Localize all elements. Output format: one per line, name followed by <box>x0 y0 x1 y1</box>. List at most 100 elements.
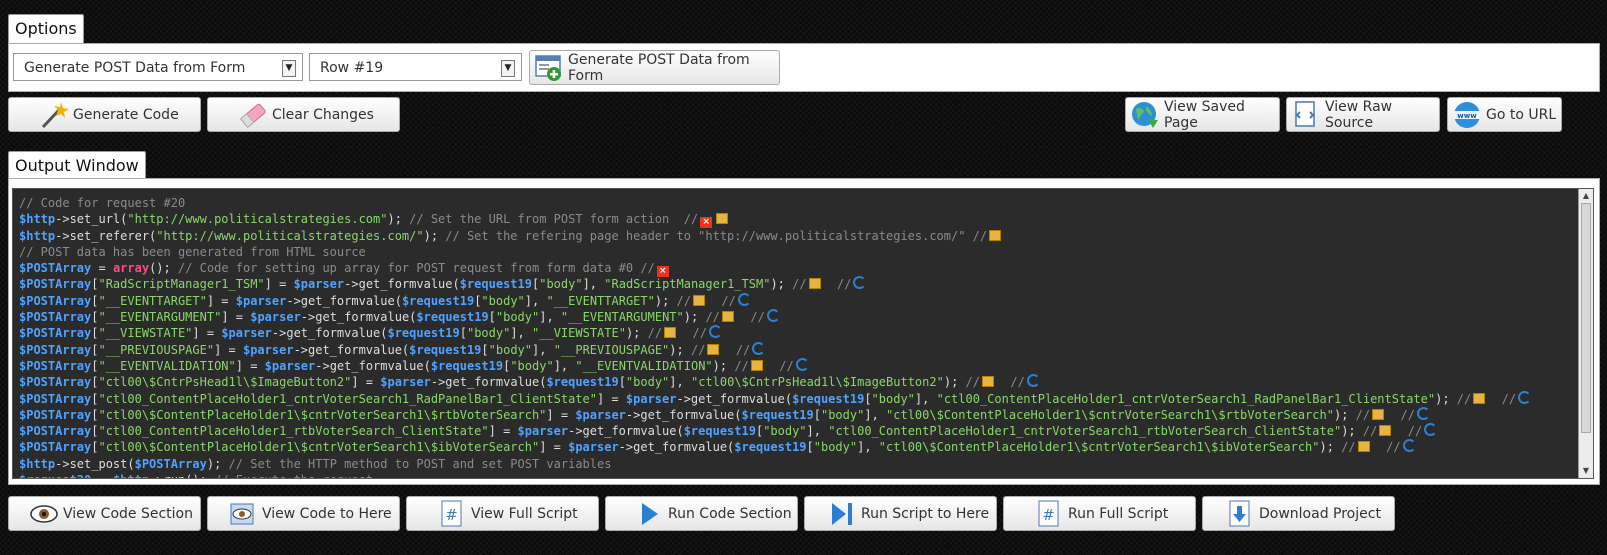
code-line: $POSTArray["__EVENTVALIDATION"] = $parse… <box>19 357 1533 374</box>
code-token: ] = <box>235 358 265 373</box>
code-token: ] = <box>351 375 381 390</box>
code-token: ] = <box>214 342 243 357</box>
run-code-section-button[interactable]: Run Code Section <box>605 496 798 531</box>
note-icon[interactable] <box>1357 441 1370 453</box>
scroll-thumb[interactable] <box>1581 203 1591 433</box>
refresh-icon[interactable] <box>752 341 766 355</box>
comment-separator: // <box>678 326 707 341</box>
code-token: "body" <box>488 342 532 357</box>
code-token: ], <box>864 407 887 422</box>
clear-changes-button[interactable]: Clear Changes <box>207 97 400 132</box>
note-icon[interactable] <box>750 359 763 371</box>
code-token: ); <box>206 456 229 471</box>
code-token: $POSTArray <box>19 293 92 308</box>
delete-icon[interactable]: × <box>700 217 713 229</box>
code-token: "ctl00_ContentPlaceHolder1_cntrVoterSear… <box>936 391 1436 406</box>
action-select[interactable]: Generate POST Data from Form ▼ <box>13 53 303 81</box>
note-icon[interactable] <box>721 311 734 323</box>
note-icon[interactable] <box>989 229 1002 241</box>
refresh-icon[interactable] <box>853 276 867 290</box>
view-full-script-button[interactable]: # View Full Script <box>406 496 599 531</box>
run-script-to-here-button[interactable]: Run Script to Here <box>804 496 997 531</box>
note-icon[interactable] <box>1372 408 1385 420</box>
code-token: ->get_formvalue( <box>271 326 388 341</box>
run-full-script-label: Run Full Script <box>1068 505 1169 522</box>
comment-separator: // <box>735 310 765 325</box>
view-saved-page-button[interactable]: View Saved Page <box>1125 97 1280 132</box>
code-token: $parser <box>568 440 619 455</box>
code-token: ->set_url( <box>55 212 128 227</box>
code-token: $parser <box>242 342 294 357</box>
eraser-icon <box>238 100 268 130</box>
note-icon[interactable] <box>707 343 720 355</box>
code-editor[interactable]: // Code for request #20 $http->set_url("h… <box>12 188 1594 479</box>
code-token: ); <box>683 310 706 325</box>
note-icon[interactable] <box>1379 425 1392 437</box>
row-select[interactable]: Row #19 ▼ <box>309 53 522 81</box>
note-icon[interactable] <box>692 294 705 306</box>
code-token: "ctl00\$CntrPsHead1l\$ImageButton2" <box>98 375 352 390</box>
scroll-up-icon[interactable]: ▲ <box>1581 191 1591 201</box>
code-token: "ctl00\$ContentPlaceHolder1\$cntrVoterSe… <box>98 440 540 455</box>
note-icon[interactable] <box>664 327 677 339</box>
code-token: ->get_formvalue( <box>568 424 684 439</box>
vertical-scrollbar[interactable]: ▲ ▼ <box>1578 189 1593 478</box>
refresh-icon[interactable] <box>1026 374 1040 388</box>
code-token: $POSTArray <box>134 456 207 471</box>
code-token: "body" <box>495 310 540 325</box>
view-code-to-here-button[interactable]: View Code to Here <box>207 496 400 531</box>
code-token: $POSTArray <box>19 277 92 292</box>
code-line: $POSTArray ["ctl00\$ContentPlaceHolder1\$… <box>19 439 1533 455</box>
code-token: ->get_formvalue( <box>300 310 417 325</box>
refresh-icon[interactable] <box>1518 390 1532 404</box>
code-token: // <box>647 326 663 341</box>
code-token: ], <box>553 358 576 373</box>
svg-text:#: # <box>1042 506 1055 524</box>
download-project-button[interactable]: Download Project <box>1202 496 1395 531</box>
code-token: // POST data has been generated from HTM… <box>19 244 366 259</box>
note-icon[interactable] <box>808 278 821 290</box>
view-raw-source-button[interactable]: View Raw Source <box>1286 97 1440 132</box>
code-token: "__EVENTARGUMENT" <box>98 310 222 325</box>
refresh-icon[interactable] <box>737 292 751 306</box>
code-token: "ctl00\$ContentPlaceHolder1\$cntrVoterSe… <box>98 407 547 422</box>
code-token: "ctl00_ContentPlaceHolder1_cntrVoterSear… <box>98 391 597 406</box>
refresh-icon[interactable] <box>766 309 780 323</box>
code-token: ); <box>1319 440 1342 455</box>
code-token: $request19 <box>416 310 489 325</box>
note-icon[interactable] <box>716 213 729 225</box>
code-token: // <box>792 277 807 292</box>
svg-text:www: www <box>1457 112 1477 120</box>
code-token: ], <box>914 391 937 406</box>
generate-post-data-button[interactable]: Generate POST Data from Form <box>529 50 780 85</box>
generate-code-button[interactable]: Generate Code <box>8 97 201 132</box>
view-raw-source-label: View Raw Source <box>1325 98 1393 131</box>
code-token: "RadScriptManager1_TSM" <box>604 277 771 292</box>
scroll-down-icon[interactable]: ▼ <box>1581 466 1591 476</box>
code-token: $parser <box>517 424 569 439</box>
refresh-icon[interactable] <box>708 325 722 339</box>
code-token: array <box>112 261 150 276</box>
code-token: $POSTArray <box>19 326 92 341</box>
code-token: ->get_formvalue( <box>344 277 460 292</box>
code-token: [ <box>806 440 814 455</box>
go-to-url-button[interactable]: www Go to URL <box>1447 97 1562 132</box>
code-token: "body" <box>625 375 670 390</box>
code-token: $request19 <box>792 391 865 406</box>
code-token: [ <box>618 375 626 390</box>
refresh-icon[interactable] <box>1402 439 1416 453</box>
code-token: // <box>734 358 749 373</box>
refresh-icon[interactable] <box>1417 406 1431 420</box>
note-icon[interactable] <box>1473 392 1486 404</box>
generate-code-label: Generate Code <box>73 106 179 123</box>
note-icon[interactable] <box>981 376 994 388</box>
code-token: ] = <box>192 326 222 341</box>
code-token: ], <box>539 310 561 325</box>
code-token: // Set the refering page header to "http… <box>445 228 988 243</box>
view-code-section-button[interactable]: View Code Section <box>8 496 201 531</box>
code-token: $POSTArray <box>19 342 92 357</box>
refresh-icon[interactable] <box>795 357 809 371</box>
code-token: $request19 <box>734 440 807 455</box>
refresh-icon[interactable] <box>1424 423 1438 437</box>
run-full-script-button[interactable]: # Run Full Script <box>1003 496 1196 531</box>
